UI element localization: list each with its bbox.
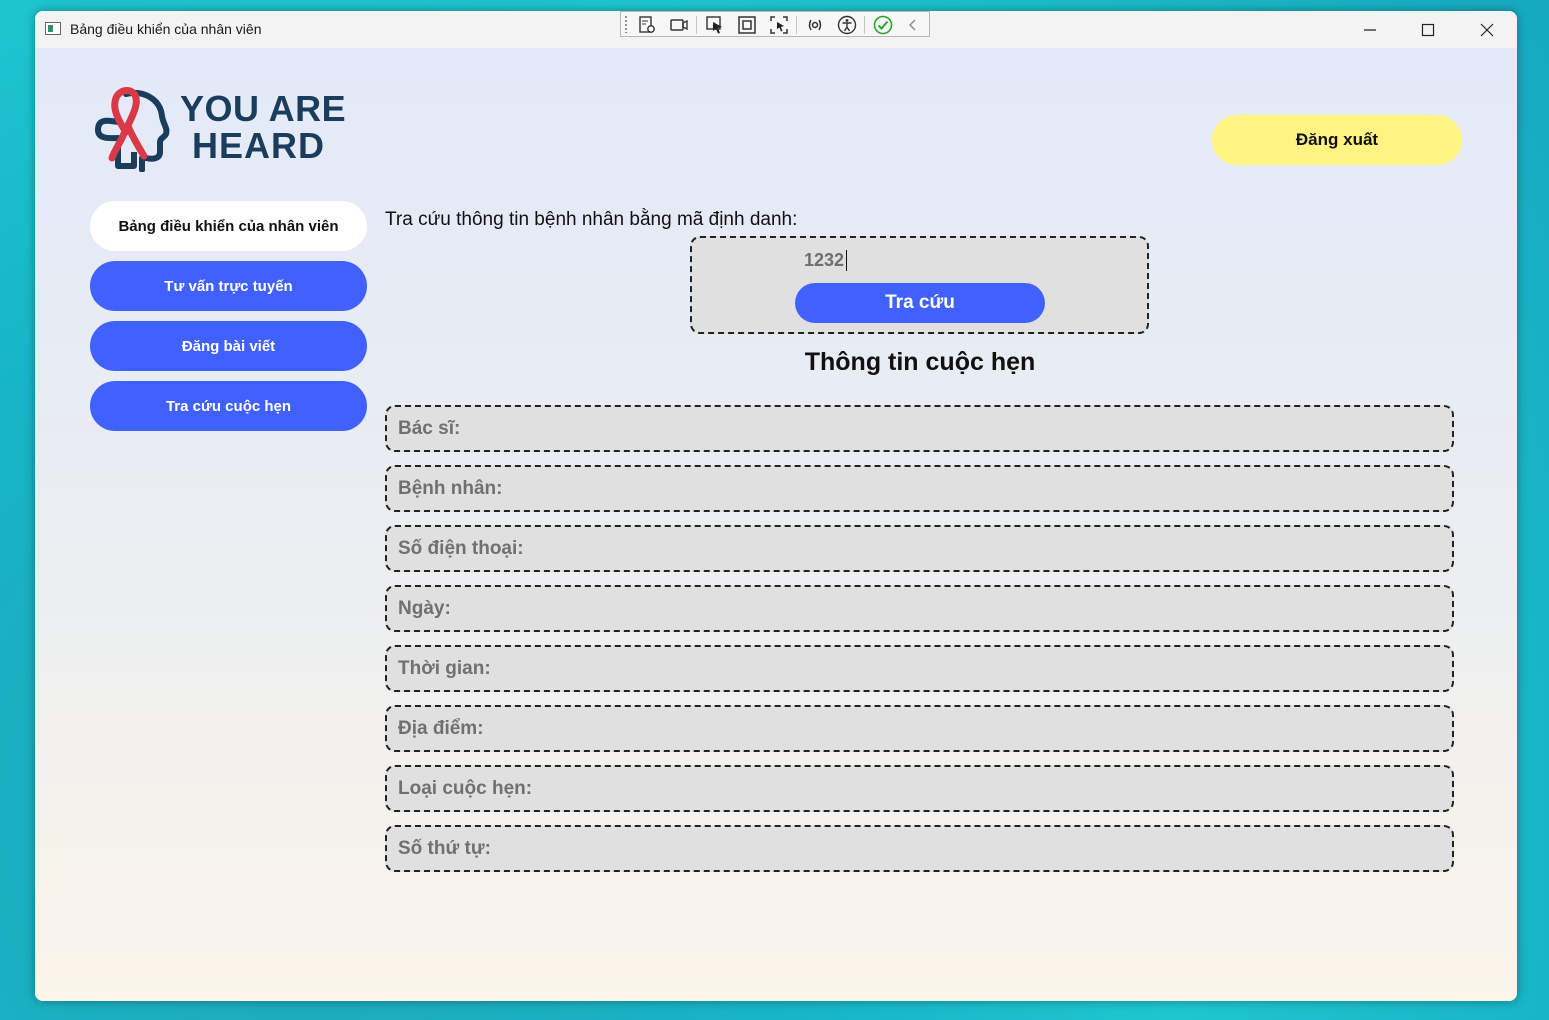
logout-button[interactable]: Đăng xuất bbox=[1212, 115, 1462, 165]
accessibility-icon[interactable] bbox=[837, 15, 859, 35]
app-window: Bảng điều khiển của nhân viên YOU ARE HE… bbox=[35, 11, 1517, 1001]
phone-field: Số điện thoại: bbox=[385, 525, 1454, 572]
appointment-type-field: Loại cuộc hẹn: bbox=[385, 765, 1454, 812]
close-button[interactable] bbox=[1458, 11, 1516, 48]
lookup-button[interactable]: Tra cứu bbox=[795, 283, 1045, 323]
toolbar-separator bbox=[696, 16, 697, 34]
maximize-icon bbox=[1421, 23, 1435, 36]
close-icon bbox=[1480, 23, 1494, 36]
lookup-panel: Tra cứu bbox=[690, 236, 1149, 334]
text-caret bbox=[846, 250, 847, 271]
window-title: Bảng điều khiển của nhân viên bbox=[70, 21, 262, 37]
live-visual-tree-icon[interactable] bbox=[637, 15, 659, 35]
date-field: Ngày: bbox=[385, 585, 1454, 632]
checkmark-icon[interactable] bbox=[873, 15, 895, 35]
minimize-icon bbox=[1364, 28, 1376, 31]
select-element-icon[interactable] bbox=[705, 15, 727, 35]
queue-number-field: Số thứ tự: bbox=[385, 825, 1454, 872]
time-field: Thời gian: bbox=[385, 645, 1454, 692]
sidebar-item-post-article[interactable]: Đăng bài viết bbox=[90, 321, 367, 371]
doctor-field: Bác sĩ: bbox=[385, 405, 1454, 452]
logo: YOU ARE HEARD bbox=[90, 86, 350, 174]
track-focus-icon[interactable] bbox=[769, 15, 791, 35]
title-bar: Bảng điều khiển của nhân viên bbox=[35, 11, 1517, 48]
sidebar-item-online-consultation[interactable]: Tư vấn trực tuyến bbox=[90, 261, 367, 311]
binding-failures-icon[interactable] bbox=[805, 15, 827, 35]
record-icon[interactable] bbox=[669, 15, 691, 35]
patient-id-input[interactable] bbox=[804, 248, 1004, 272]
collapse-chevron-icon[interactable] bbox=[903, 15, 925, 35]
xaml-debug-toolbar bbox=[620, 11, 930, 37]
maximize-button[interactable] bbox=[1399, 11, 1457, 48]
sidebar-item-appointment-lookup[interactable]: Tra cứu cuộc hẹn bbox=[90, 381, 367, 431]
logo-text-line1: YOU ARE bbox=[180, 88, 347, 129]
app-icon bbox=[45, 22, 61, 35]
appointment-info-title: Thông tin cuộc hẹn bbox=[804, 348, 1036, 376]
logo-text-line2: HEARD bbox=[192, 125, 326, 166]
patient-field: Bệnh nhân: bbox=[385, 465, 1454, 512]
location-field: Địa điểm: bbox=[385, 705, 1454, 752]
display-layout-adorners-icon[interactable] bbox=[737, 15, 759, 35]
sidebar-item-staff-dashboard[interactable]: Bảng điều khiển của nhân viên bbox=[90, 201, 367, 251]
head-ribbon-logo-icon bbox=[94, 87, 170, 172]
toolbar-grip[interactable] bbox=[624, 15, 628, 33]
toolbar-separator bbox=[796, 16, 797, 34]
toolbar-separator bbox=[864, 16, 865, 34]
minimize-button[interactable] bbox=[1341, 11, 1399, 48]
main-content: YOU ARE HEARD Đăng xuất Bảng điều khiển … bbox=[35, 48, 1517, 1001]
lookup-prompt: Tra cứu thông tin bệnh nhân bằng mã định… bbox=[385, 209, 798, 230]
